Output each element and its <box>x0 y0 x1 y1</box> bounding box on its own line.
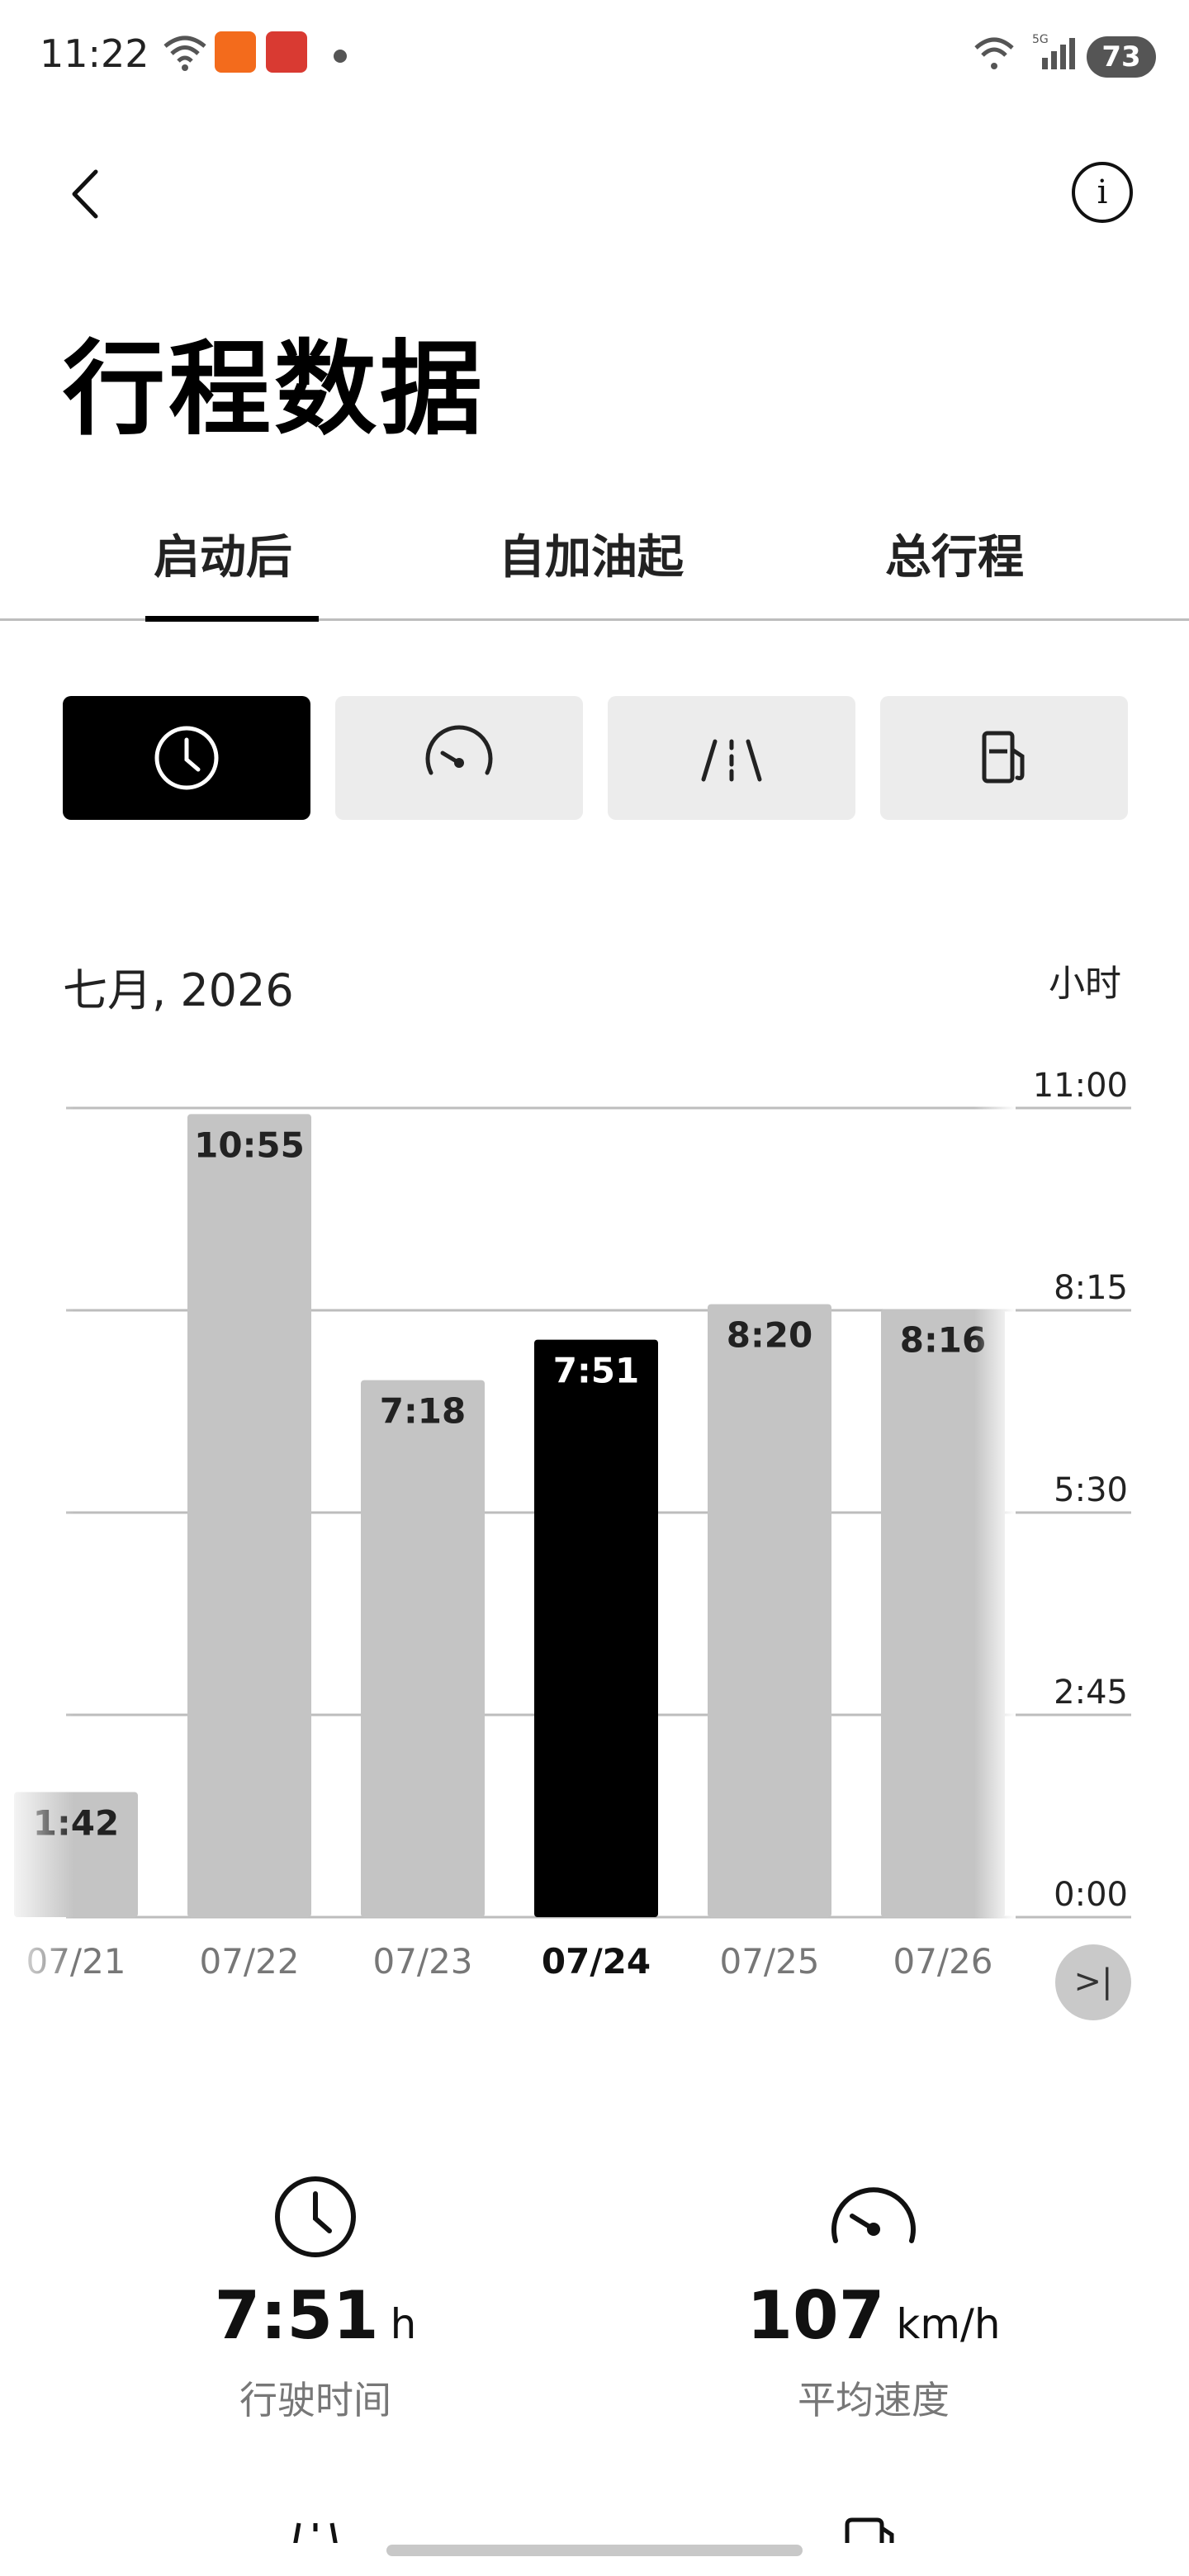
metric-button-time[interactable] <box>63 696 310 820</box>
metric-button-distance[interactable] <box>608 696 855 820</box>
stat-unit: km/h <box>896 2300 1001 2348</box>
driving-time-bar-chart: 0:002:455:308:1511:001:4207/2110:5507/22… <box>0 1057 1131 1982</box>
notification-app-icon <box>266 31 307 73</box>
x-tick-label: 07/26 <box>893 1941 992 1982</box>
chart-unit-label: 小时 <box>1049 963 1121 1005</box>
y-tick-label: 2:45 <box>1054 1674 1128 1712</box>
active-tab-indicator <box>145 616 319 622</box>
stat-average-speed: 107 km/h 平均速度 <box>626 2171 1121 2425</box>
chevron-left-icon <box>72 169 98 219</box>
clock-icon <box>154 726 219 790</box>
stat-unit: h <box>390 2300 417 2348</box>
tab-since-start[interactable]: 启动后 <box>154 520 292 587</box>
back-button[interactable] <box>66 165 107 223</box>
stat-label: 平均速度 <box>798 2378 950 2422</box>
home-indicator <box>386 2545 803 2556</box>
stat-label: 行驶时间 <box>239 2378 391 2422</box>
stat-driving-time: 7:51 h 行驶时间 <box>68 2171 563 2425</box>
wifi-icon <box>163 36 206 71</box>
stat-value: 7:51 <box>214 2277 379 2354</box>
signal-icon: 5G <box>1032 33 1075 69</box>
bar-value-label: 10:55 <box>194 1125 305 1165</box>
bar-07-23[interactable] <box>361 1380 485 1917</box>
road-icon <box>293 2522 338 2543</box>
speedometer-icon <box>425 725 493 775</box>
speedometer-icon <box>831 2187 916 2243</box>
y-tick-label: 0:00 <box>1054 1876 1128 1914</box>
battery-indicator: 73 <box>1087 36 1156 78</box>
network-type: 5G <box>1032 33 1049 46</box>
chart-right-fade <box>974 1057 1016 1924</box>
road-icon <box>701 739 762 782</box>
stat-value: 107 <box>746 2277 885 2354</box>
metric-button-speed[interactable] <box>335 696 583 820</box>
bar-value-label: 7:18 <box>380 1391 466 1432</box>
status-bar: 11:22 5G 73 <box>0 0 1189 116</box>
bar-value-label: 7:51 <box>553 1351 639 1391</box>
clock-icon <box>275 2176 356 2257</box>
fuel-pump-icon <box>982 731 1025 784</box>
bar-07-25[interactable] <box>708 1304 831 1917</box>
chart-month-label: 七月, 2026 <box>63 964 294 1016</box>
y-tick-label: 11:00 <box>1033 1067 1128 1105</box>
next-stats-row-partial <box>0 2510 1189 2543</box>
x-tick-label: 07/23 <box>372 1941 472 1982</box>
fuel-pump-icon <box>845 2517 894 2543</box>
bar-07-22[interactable] <box>187 1114 311 1917</box>
metric-button-fuel[interactable] <box>880 696 1128 820</box>
bar-07-24[interactable] <box>534 1339 658 1917</box>
tab-since-refuel[interactable]: 自加油起 <box>499 520 684 587</box>
y-tick-label: 5:30 <box>1054 1471 1128 1509</box>
tab-total-trip[interactable]: 总行程 <box>885 520 1024 587</box>
notification-app-icon <box>215 31 256 73</box>
page-title: 行程数据 <box>63 330 486 449</box>
y-tick-label: 8:15 <box>1054 1269 1128 1307</box>
info-icon: i <box>1097 173 1108 211</box>
wifi-icon <box>974 37 1014 69</box>
x-tick-label: 07/24 <box>542 1941 651 1982</box>
info-button[interactable]: i <box>1072 162 1133 223</box>
bar-value-label: 8:16 <box>900 1320 986 1361</box>
scroll-to-latest-button[interactable]: >| <box>1055 1944 1131 2020</box>
trip-scope-tabs: 启动后 自加油起 总行程 <box>0 495 1189 622</box>
x-tick-label: 07/22 <box>199 1941 299 1982</box>
x-tick-label: 07/25 <box>719 1941 819 1982</box>
bar-value-label: 8:20 <box>727 1315 812 1356</box>
status-time: 11:22 <box>40 31 149 76</box>
chart-left-fade <box>0 1057 74 1982</box>
more-notifications-dot <box>334 50 347 63</box>
